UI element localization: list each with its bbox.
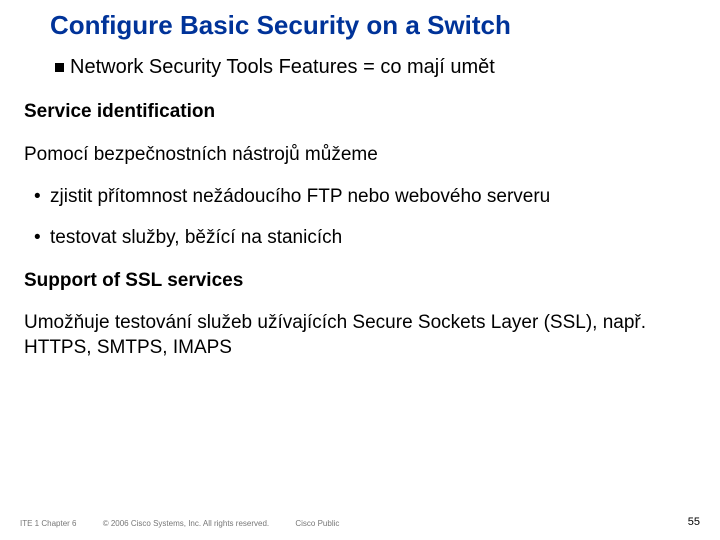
slide-title: Configure Basic Security on a Switch <box>50 10 511 41</box>
footer-copyright: © 2006 Cisco Systems, Inc. All rights re… <box>103 519 269 528</box>
slide-subtitle: Network Security Tools Features = co maj… <box>55 56 495 79</box>
footer-public: Cisco Public <box>295 519 339 528</box>
slide: Configure Basic Security on a Switch Net… <box>0 0 720 540</box>
list-item-text: testovat služby, běžící na stanicích <box>50 227 342 248</box>
bullet-dot-icon: • <box>34 185 50 210</box>
list-item-text: zjistit přítomnost nežádoucího FTP nebo … <box>50 186 550 207</box>
footer-chapter: ITE 1 Chapter 6 <box>20 519 76 528</box>
bullet-list: •zjistit přítomnost nežádoucího FTP nebo… <box>24 185 696 250</box>
list-item: •zjistit přítomnost nežádoucího FTP nebo… <box>24 185 696 210</box>
slide-footer: ITE 1 Chapter 6 © 2006 Cisco Systems, In… <box>20 519 700 528</box>
subtitle-text: Network Security Tools Features = co maj… <box>70 56 495 78</box>
section-heading-service-id: Service identification <box>24 100 696 125</box>
square-bullet-icon <box>55 63 64 72</box>
section-body-ssl: Umožňuje testování služeb užívajících Se… <box>24 311 696 360</box>
slide-body: Service identification Pomocí bezpečnost… <box>24 100 696 379</box>
footer-page-number: 55 <box>688 516 700 528</box>
bullet-dot-icon: • <box>34 226 50 251</box>
section-intro: Pomocí bezpečnostních nástrojů můžeme <box>24 143 696 168</box>
section-heading-ssl: Support of SSL services <box>24 269 696 294</box>
list-item: •testovat služby, běžící na stanicích <box>24 226 696 251</box>
